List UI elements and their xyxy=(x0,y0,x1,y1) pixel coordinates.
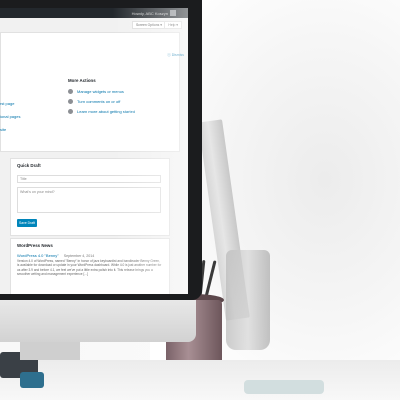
welcome-left-links: rst page ional pages site xyxy=(0,92,20,132)
comments-icon xyxy=(68,98,73,104)
screen-options-button[interactable]: Screen Options ▾ xyxy=(131,21,166,29)
desk xyxy=(0,360,400,400)
more-actions-title: More Actions xyxy=(68,78,96,83)
monitor-chin xyxy=(0,300,196,342)
news-item-date: September 4, 2014 xyxy=(63,254,95,258)
draft-content-textarea[interactable]: What's on your mind? xyxy=(17,187,161,213)
news-title: WordPress News xyxy=(17,243,53,248)
wordpress-news-widget: WordPress News WordPress 4.0 "Benny" Sep… xyxy=(10,238,170,294)
howdy-link[interactable]: Howdy, ABC Koszyn xyxy=(132,11,168,16)
learn-icon xyxy=(68,108,73,114)
avatar[interactable] xyxy=(170,10,176,16)
dismiss-link[interactable]: ⓧ Dismiss xyxy=(167,53,184,58)
more-action-label[interactable]: Manage widgets or menus xyxy=(77,89,124,94)
widgets-icon xyxy=(68,88,73,94)
news-item-excerpt: Version 4.0 of WordPress, named "Benny" … xyxy=(17,259,162,276)
monitor: Howdy, ABC Koszyn Screen Options ▾ Help … xyxy=(0,0,202,300)
draft-title-input[interactable]: Title xyxy=(17,175,161,183)
save-draft-button[interactable]: Save Draft xyxy=(17,219,37,227)
more-action-label[interactable]: Learn more about getting started xyxy=(77,109,135,114)
more-action-label[interactable]: Turn comments on or off xyxy=(77,99,120,104)
screen: Howdy, ABC Koszyn Screen Options ▾ Help … xyxy=(0,8,188,294)
welcome-link-3[interactable]: site xyxy=(0,127,6,132)
news-item: WordPress 4.0 "Benny" September 4, 2014 xyxy=(17,253,94,258)
desk-accessory xyxy=(244,380,324,394)
more-actions: More Actions Manage widgets or menus Tur… xyxy=(68,78,135,116)
more-action-item[interactable]: Manage widgets or menus xyxy=(68,86,135,96)
desk-object-blue xyxy=(20,372,44,388)
help-button[interactable]: Help ▾ xyxy=(164,21,182,29)
monitor-stand xyxy=(20,342,80,360)
quick-draft-title: Quick Draft xyxy=(17,163,41,168)
admin-bar: Howdy, ABC Koszyn xyxy=(0,8,188,18)
more-action-item[interactable]: Learn more about getting started xyxy=(68,106,135,116)
more-action-item[interactable]: Turn comments on or off xyxy=(68,96,135,106)
background-vase xyxy=(226,250,270,350)
quick-draft-widget: Quick Draft Title What's on your mind? S… xyxy=(10,158,170,236)
news-item-link[interactable]: WordPress 4.0 "Benny" xyxy=(17,253,59,258)
